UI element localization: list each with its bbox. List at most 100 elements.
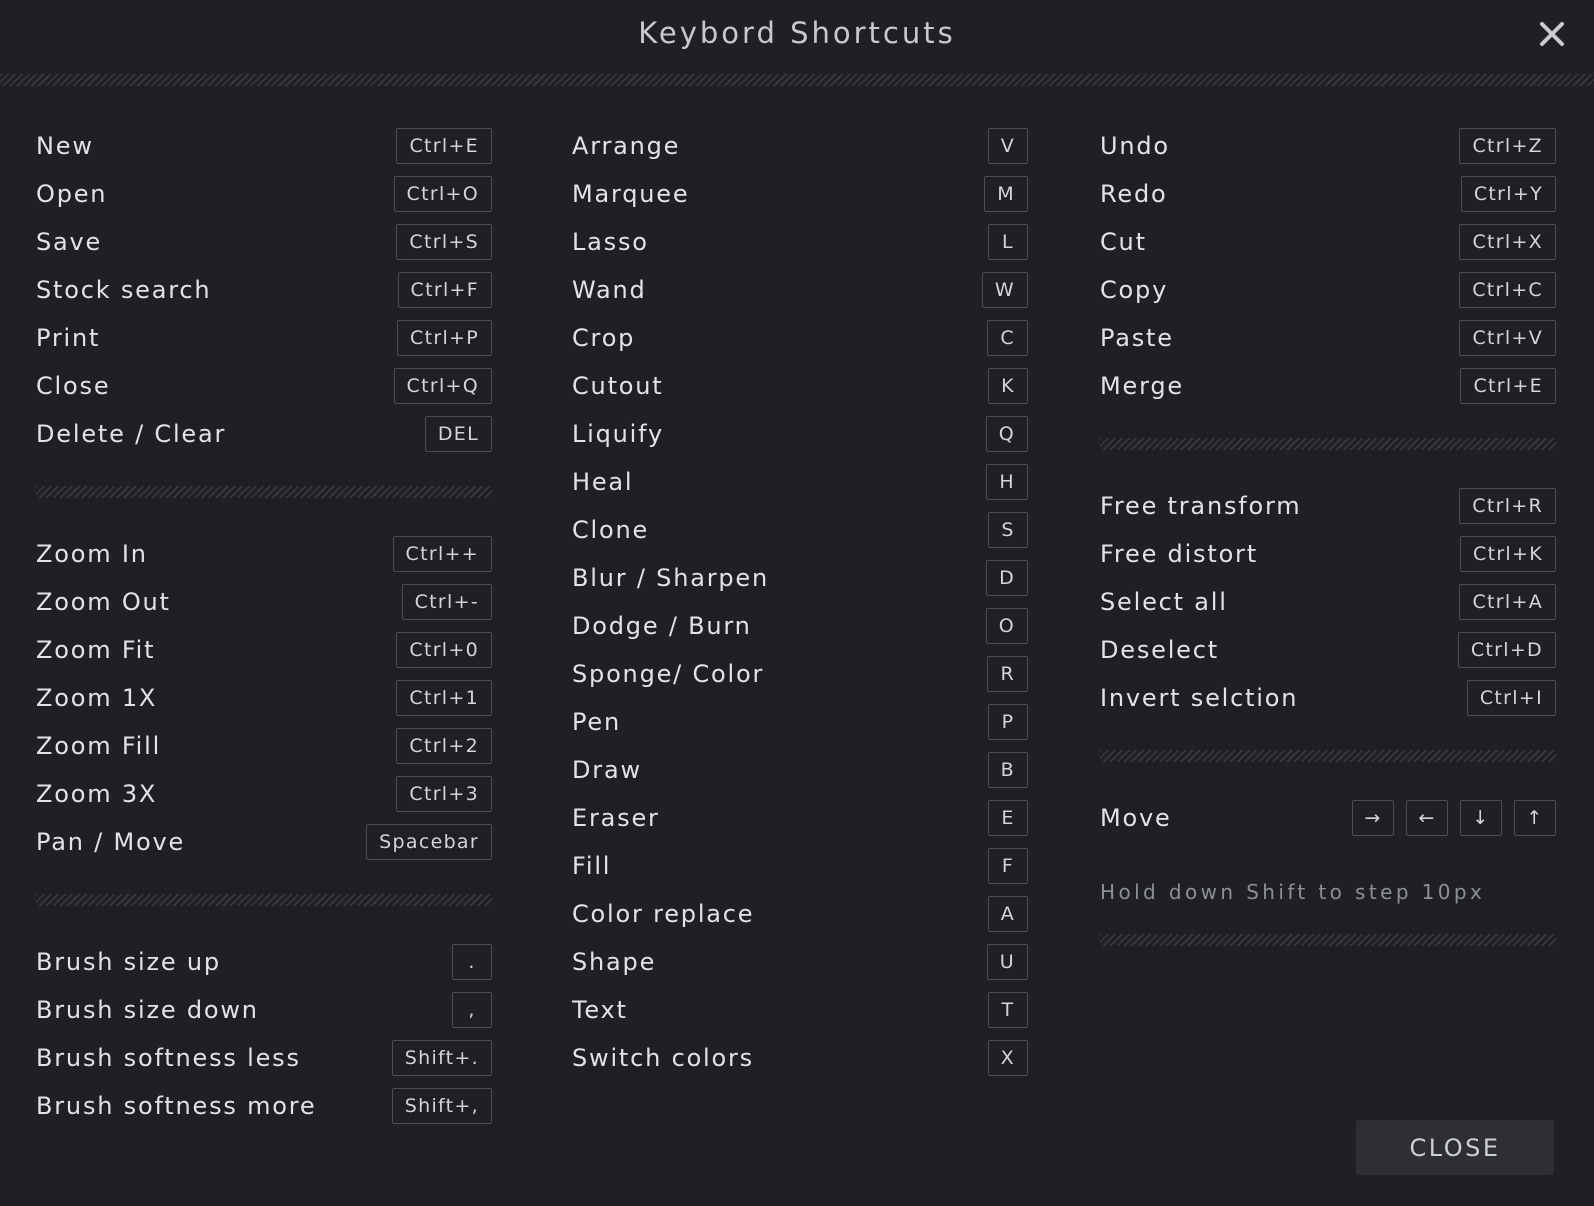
shortcut-row: Invert selction Ctrl+I: [1100, 674, 1556, 722]
shortcut-key: Ctrl+Y: [1460, 176, 1556, 212]
shortcut-label: Eraser: [572, 804, 660, 832]
shortcut-key: Q: [985, 416, 1028, 452]
column-edit: Undo Ctrl+Z Redo Ctrl+Y Cut Ctrl+X Copy Ctrl+C P…: [1100, 122, 1556, 978]
shortcut-row: Zoom In Ctrl++: [36, 530, 492, 578]
shortcut-label: Redo: [1100, 180, 1168, 208]
arrow-down-key: ↓: [1460, 800, 1502, 836]
shortcut-key: Ctrl+X: [1459, 224, 1556, 260]
shortcut-row: Pan / Move Spacebar: [36, 818, 492, 866]
shortcut-label: Zoom 1X: [36, 684, 158, 712]
shortcut-row: Sponge/ Color R: [572, 650, 1028, 698]
shortcut-key: Ctrl+S: [396, 224, 492, 260]
header-divider: [0, 74, 1594, 86]
shortcut-label: Text: [572, 996, 628, 1024]
shortcut-label: Brush size up: [36, 948, 221, 976]
group-zoom: Zoom In Ctrl++ Zoom Out Ctrl+- Zoom Fit Ctrl+…: [36, 530, 492, 866]
shortcut-label: Undo: [1100, 132, 1170, 160]
shortcut-row: Clone S: [572, 506, 1028, 554]
shortcut-key: Ctrl++: [392, 536, 492, 572]
shortcut-key: Ctrl+P: [397, 320, 492, 356]
shortcut-row: Crop C: [572, 314, 1028, 362]
dialog-title: Keybord Shortcuts: [638, 16, 956, 50]
shortcut-key: H: [986, 464, 1028, 500]
shortcut-label: Fill: [572, 852, 612, 880]
arrow-right-key: →: [1352, 800, 1394, 836]
shortcut-row: Save Ctrl+S: [36, 218, 492, 266]
shortcut-label: Paste: [1100, 324, 1174, 352]
shortcut-row: Brush softness more Shift+,: [36, 1082, 492, 1130]
shortcut-key: Ctrl+A: [1459, 584, 1556, 620]
shortcut-row: Brush softness less Shift+.: [36, 1034, 492, 1082]
shortcut-label: Zoom 3X: [36, 780, 158, 808]
shortcut-key: Ctrl+1: [396, 680, 492, 716]
group-file: New Ctrl+E Open Ctrl+O Save Ctrl+S Stock searc…: [36, 122, 492, 458]
shortcut-label: Shape: [572, 948, 657, 976]
shortcut-key: Ctrl+3: [396, 776, 492, 812]
shortcut-row: Pen P: [572, 698, 1028, 746]
shortcut-key: Ctrl+V: [1459, 320, 1556, 356]
arrow-up-key: ↑: [1514, 800, 1556, 836]
shortcut-row: Arrange V: [572, 122, 1028, 170]
shortcut-row: Draw B: [572, 746, 1028, 794]
shortcut-row: Dodge / Burn O: [572, 602, 1028, 650]
shortcut-row: Merge Ctrl+E: [1100, 362, 1556, 410]
shortcut-label: Brush size down: [36, 996, 259, 1024]
shortcut-row: Stock search Ctrl+F: [36, 266, 492, 314]
shortcut-row: Blur / Sharpen D: [572, 554, 1028, 602]
group-divider: [1100, 750, 1556, 762]
shortcut-key: Ctrl+R: [1459, 488, 1556, 524]
shortcut-row: Liquify Q: [572, 410, 1028, 458]
shortcut-row: Zoom 3X Ctrl+3: [36, 770, 492, 818]
shortcut-row: Deselect Ctrl+D: [1100, 626, 1556, 674]
shortcut-row: Zoom 1X Ctrl+1: [36, 674, 492, 722]
shortcut-label: Color replace: [572, 900, 755, 928]
shortcut-key: S: [988, 512, 1028, 548]
arrow-left-key: ←: [1406, 800, 1448, 836]
shortcut-label: Liquify: [572, 420, 664, 448]
shortcut-key: Ctrl+E: [1460, 368, 1556, 404]
group-edit: Undo Ctrl+Z Redo Ctrl+Y Cut Ctrl+X Copy Ctrl+C P…: [1100, 122, 1556, 410]
shortcut-key: V: [987, 128, 1028, 164]
shortcut-row: Select all Ctrl+A: [1100, 578, 1556, 626]
shortcut-label: Arrange: [572, 132, 681, 160]
shortcut-row: Cut Ctrl+X: [1100, 218, 1556, 266]
shortcut-label: Stock search: [36, 276, 212, 304]
shortcut-key: Shift+,: [391, 1088, 492, 1124]
shortcut-row: Marquee M: [572, 170, 1028, 218]
shortcut-label: Marquee: [572, 180, 690, 208]
shortcut-label: New: [36, 132, 94, 160]
group-divider: [1100, 934, 1556, 946]
shortcut-label: Sponge/ Color: [572, 660, 765, 688]
shortcut-key: Shift+.: [391, 1040, 492, 1076]
shortcut-row: Color replace A: [572, 890, 1028, 938]
shortcut-key: C: [987, 320, 1028, 356]
shortcut-label: Wand: [572, 276, 647, 304]
move-hint-text: Hold down Shift to step 10px: [1100, 880, 1486, 904]
shortcut-label: Brush softness more: [36, 1092, 317, 1120]
shortcut-label: Move: [1100, 804, 1172, 832]
shortcut-key: P: [988, 704, 1028, 740]
shortcut-row: Redo Ctrl+Y: [1100, 170, 1556, 218]
shortcut-label: Zoom Fill: [36, 732, 162, 760]
shortcut-row: Print Ctrl+P: [36, 314, 492, 362]
shortcut-row: Eraser E: [572, 794, 1028, 842]
group-divider: [1100, 438, 1556, 450]
shortcut-row: Text T: [572, 986, 1028, 1034]
close-button[interactable]: CLOSE: [1356, 1120, 1554, 1175]
shortcut-label: Save: [36, 228, 103, 256]
group-divider: [36, 894, 492, 906]
close-icon[interactable]: [1532, 14, 1572, 54]
shortcut-key: X: [987, 1040, 1028, 1076]
group-divider: [36, 486, 492, 498]
shortcut-label: Print: [36, 324, 101, 352]
shortcut-row: Shape U: [572, 938, 1028, 986]
shortcut-key: Ctrl+0: [396, 632, 492, 668]
group-brush: Brush size up. Brush size down, Brush soft…: [36, 938, 492, 1130]
shortcut-label: Pen: [572, 708, 621, 736]
shortcut-label: Clone: [572, 516, 650, 544]
shortcut-row: Brush size up.: [36, 938, 492, 986]
shortcut-key: U: [986, 944, 1028, 980]
shortcut-key: Ctrl+-: [401, 584, 492, 620]
shortcut-row: Delete / Clear DEL: [36, 410, 492, 458]
shortcut-key: DEL: [424, 416, 492, 452]
